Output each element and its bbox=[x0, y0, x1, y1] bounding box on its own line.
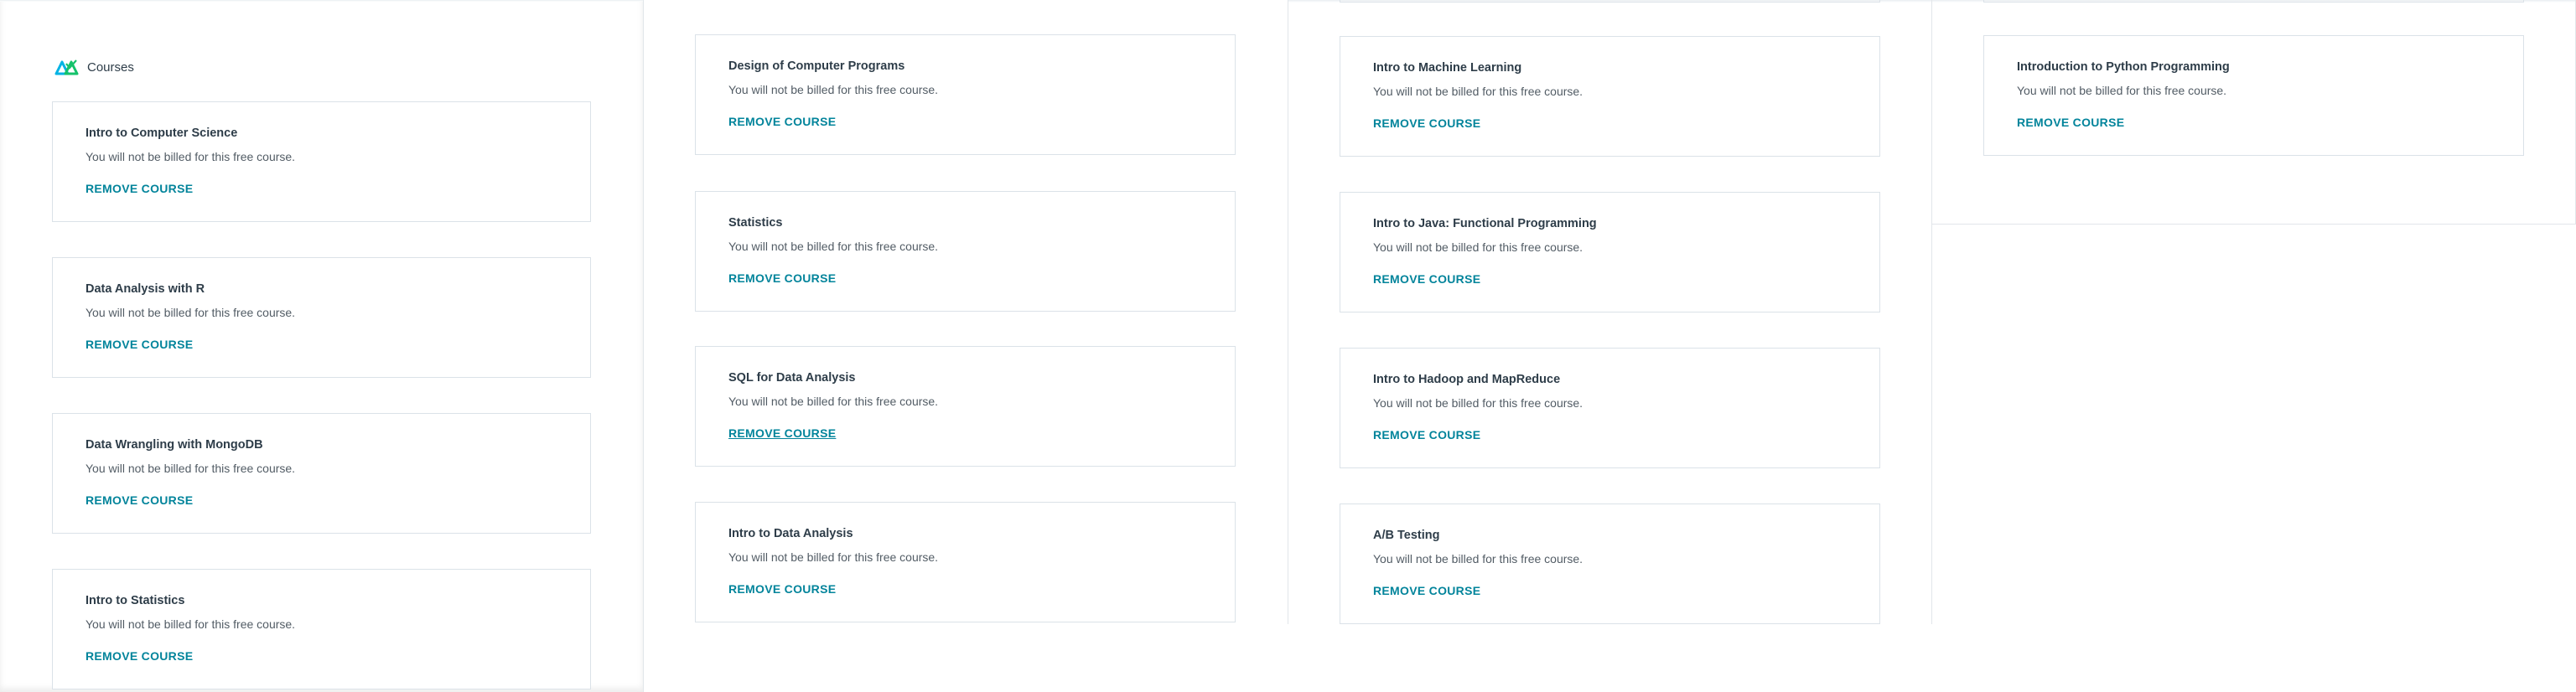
course-title: Intro to Statistics bbox=[86, 594, 185, 607]
billing-note: You will not be billed for this free cou… bbox=[86, 306, 296, 319]
course-title: Introduction to Python Programming bbox=[2017, 60, 2230, 74]
billing-note: You will not be billed for this free cou… bbox=[2017, 84, 2227, 97]
divider bbox=[0, 0, 643, 2]
course-card: Intro to Statistics You will not be bill… bbox=[52, 569, 591, 689]
course-column-2: Design of Computer Programs You will not… bbox=[644, 0, 1287, 692]
billing-note: You will not be billed for this free cou… bbox=[86, 462, 296, 475]
remove-course-button[interactable]: REMOVE COURSE bbox=[728, 115, 836, 128]
course-title: Intro to Machine Learning bbox=[1373, 61, 1522, 75]
course-card: Design of Computer Programs You will not… bbox=[695, 34, 1236, 155]
billing-note: You will not be billed for this free cou… bbox=[86, 150, 296, 163]
course-card: Intro to Java: Functional Programming Yo… bbox=[1340, 192, 1880, 312]
billing-note: You will not be billed for this free cou… bbox=[728, 240, 939, 253]
course-title: Intro to Hadoop and MapReduce bbox=[1373, 373, 1561, 386]
course-card: Intro to Data Analysis You will not be b… bbox=[695, 502, 1236, 622]
remove-course-button[interactable]: REMOVE COURSE bbox=[86, 338, 193, 351]
billing-note: You will not be billed for this free cou… bbox=[86, 617, 296, 631]
remove-course-button[interactable]: REMOVE COURSE bbox=[1373, 272, 1480, 286]
billing-note: You will not be billed for this free cou… bbox=[728, 550, 939, 564]
billing-note: You will not be billed for this free cou… bbox=[1373, 85, 1583, 98]
remove-course-button[interactable]: REMOVE COURSE bbox=[1373, 116, 1480, 130]
course-card: Intro to Computer Science You will not b… bbox=[52, 101, 591, 222]
remove-course-button[interactable]: REMOVE COURSE bbox=[86, 182, 193, 195]
course-title: Statistics bbox=[728, 216, 783, 230]
course-title: A/B Testing bbox=[1373, 529, 1440, 542]
remove-course-button[interactable]: REMOVE COURSE bbox=[2017, 116, 2124, 129]
divider bbox=[1983, 0, 2524, 3]
course-list-page: Courses Intro to Computer Science You wi… bbox=[0, 0, 2576, 692]
course-card: Intro to Hadoop and MapReduce You will n… bbox=[1340, 348, 1880, 468]
course-card: SQL for Data Analysis You will not be bi… bbox=[695, 346, 1236, 467]
course-column-1: Courses Intro to Computer Science You wi… bbox=[0, 0, 644, 692]
remove-course-button[interactable]: REMOVE COURSE bbox=[1373, 584, 1480, 597]
billing-note: You will not be billed for this free cou… bbox=[1373, 552, 1583, 565]
course-card: Intro to Machine Learning You will not b… bbox=[1340, 36, 1880, 157]
course-title: Data Wrangling with MongoDB bbox=[86, 438, 263, 452]
course-card: Data Analysis with R You will not be bil… bbox=[52, 257, 591, 378]
course-title: Data Analysis with R bbox=[86, 282, 205, 296]
course-title: SQL for Data Analysis bbox=[728, 371, 856, 385]
remove-course-button[interactable]: REMOVE COURSE bbox=[86, 493, 193, 507]
billing-note: You will not be billed for this free cou… bbox=[1373, 396, 1583, 410]
course-card: Data Wrangling with MongoDB You will not… bbox=[52, 413, 591, 534]
udacity-logo-icon bbox=[54, 59, 79, 75]
course-title: Intro to Java: Functional Programming bbox=[1373, 217, 1597, 230]
course-card: A/B Testing You will not be billed for t… bbox=[1340, 504, 1880, 624]
divider bbox=[1340, 0, 1880, 3]
page-title: Courses bbox=[87, 59, 134, 75]
course-column-4: Introduction to Python Programming You w… bbox=[1931, 0, 2576, 225]
remove-course-button[interactable]: REMOVE COURSE bbox=[728, 426, 836, 440]
course-card: Statistics You will not be billed for th… bbox=[695, 191, 1236, 312]
remove-course-button[interactable]: REMOVE COURSE bbox=[1373, 428, 1480, 442]
course-column-3: Intro to Machine Learning You will not b… bbox=[1288, 0, 1932, 624]
remove-course-button[interactable]: REMOVE COURSE bbox=[728, 271, 836, 285]
course-title: Design of Computer Programs bbox=[728, 59, 905, 73]
remove-course-button[interactable]: REMOVE COURSE bbox=[728, 582, 836, 596]
billing-note: You will not be billed for this free cou… bbox=[728, 395, 939, 408]
billing-note: You will not be billed for this free cou… bbox=[728, 83, 939, 96]
course-title: Intro to Computer Science bbox=[86, 127, 238, 140]
course-card: Introduction to Python Programming You w… bbox=[1983, 35, 2524, 156]
billing-note: You will not be billed for this free cou… bbox=[1373, 240, 1583, 254]
remove-course-button[interactable]: REMOVE COURSE bbox=[86, 649, 193, 663]
course-title: Intro to Data Analysis bbox=[728, 527, 853, 540]
courses-header: Courses bbox=[54, 58, 134, 76]
